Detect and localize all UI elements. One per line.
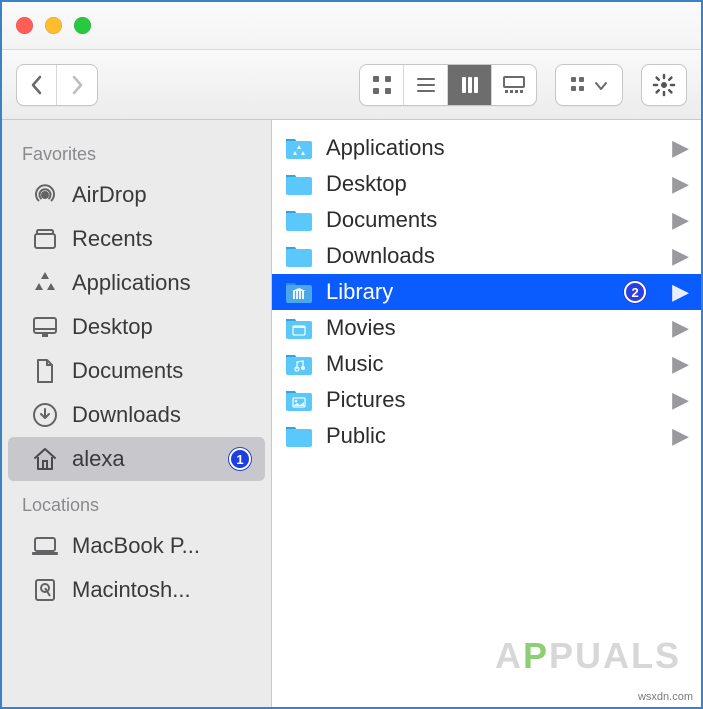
sidebar-item-label: Macintosh... [72,577,191,603]
folder-row-desktop[interactable]: Desktop ▶ [272,166,701,202]
window-titlebar [2,2,701,50]
source-mark: wsxdn.com [638,691,693,703]
gallery-view-button[interactable] [492,65,536,105]
applications-icon [30,268,60,298]
column-view-button[interactable] [448,65,492,105]
group-by-segment [555,64,623,106]
folder-label: Desktop [326,171,407,197]
annotation-badge-2: 2 [624,281,646,303]
view-mode-segment [359,64,537,106]
chevron-right-icon: ▶ [672,315,689,341]
group-by-button[interactable] [556,65,622,105]
folder-label: Library [326,279,393,305]
folder-row-documents[interactable]: Documents ▶ [272,202,701,238]
chevron-right-icon: ▶ [672,135,689,161]
folder-label: Public [326,423,386,449]
folder-row-downloads[interactable]: Downloads ▶ [272,238,701,274]
sidebar-heading-locations: Locations [2,481,271,524]
content-column: Applications ▶ Desktop ▶ Documents ▶ Dow… [272,120,701,707]
folder-icon [284,279,314,305]
sidebar-item-hdd[interactable]: Macintosh... [8,568,265,612]
sidebar-item-label: AirDrop [72,182,147,208]
airdrop-icon [30,180,60,210]
folder-icon [284,423,314,449]
sidebar-item-documents[interactable]: Documents [8,349,265,393]
folder-icon [284,315,314,341]
chevron-right-icon: ▶ [672,279,689,305]
chevron-right-icon: ▶ [672,351,689,377]
hdd-icon [30,575,60,605]
folder-row-pictures[interactable]: Pictures ▶ [272,382,701,418]
zoom-window-button[interactable] [74,17,91,34]
downloads-icon [30,400,60,430]
action-segment [641,64,687,106]
folder-icon [284,243,314,269]
sidebar-item-applications[interactable]: Applications [8,261,265,305]
recents-icon [30,224,60,254]
folder-row-public[interactable]: Public ▶ [272,418,701,454]
close-window-button[interactable] [16,17,33,34]
traffic-lights [16,17,91,34]
folder-icon [284,135,314,161]
sidebar-item-airdrop[interactable]: AirDrop [8,173,265,217]
sidebar: Favorites AirDrop Recents Applications D… [2,120,272,707]
folder-label: Music [326,351,383,377]
annotation-badge-1: 1 [229,448,251,470]
chevron-right-icon: ▶ [672,387,689,413]
folder-label: Documents [326,207,437,233]
chevron-right-icon: ▶ [672,171,689,197]
toolbar [2,50,701,120]
back-button[interactable] [17,65,57,105]
folder-label: Downloads [326,243,435,269]
sidebar-item-label: Recents [72,226,153,252]
folder-icon [284,207,314,233]
folder-row-library[interactable]: Library 2 ▶ [272,274,701,310]
chevron-right-icon: ▶ [672,423,689,449]
icon-view-button[interactable] [360,65,404,105]
desktop-icon [30,312,60,342]
minimize-window-button[interactable] [45,17,62,34]
folder-icon [284,387,314,413]
sidebar-item-label: alexa [72,446,125,472]
chevron-right-icon: ▶ [672,243,689,269]
list-view-button[interactable] [404,65,448,105]
sidebar-item-downloads[interactable]: Downloads [8,393,265,437]
watermark: APPUALS [495,635,681,677]
folder-icon [284,171,314,197]
folder-row-applications[interactable]: Applications ▶ [272,130,701,166]
sidebar-heading-favorites: Favorites [2,130,271,173]
forward-button[interactable] [57,65,97,105]
sidebar-item-home[interactable]: alexa 1 [8,437,265,481]
folder-row-music[interactable]: Music ▶ [272,346,701,382]
sidebar-item-label: Desktop [72,314,153,340]
sidebar-item-recents[interactable]: Recents [8,217,265,261]
sidebar-item-label: MacBook P... [72,533,200,559]
home-icon [30,444,60,474]
sidebar-item-macbook[interactable]: MacBook P... [8,524,265,568]
laptop-icon [30,531,60,561]
folder-label: Movies [326,315,396,341]
sidebar-item-desktop[interactable]: Desktop [8,305,265,349]
sidebar-item-label: Documents [72,358,183,384]
nav-segment [16,64,98,106]
main-area: Favorites AirDrop Recents Applications D… [2,120,701,707]
documents-icon [30,356,60,386]
folder-row-movies[interactable]: Movies ▶ [272,310,701,346]
folder-label: Applications [326,135,445,161]
sidebar-item-label: Applications [72,270,191,296]
folder-icon [284,351,314,377]
action-gear-button[interactable] [642,65,686,105]
sidebar-item-label: Downloads [72,402,181,428]
chevron-right-icon: ▶ [672,207,689,233]
folder-label: Pictures [326,387,405,413]
